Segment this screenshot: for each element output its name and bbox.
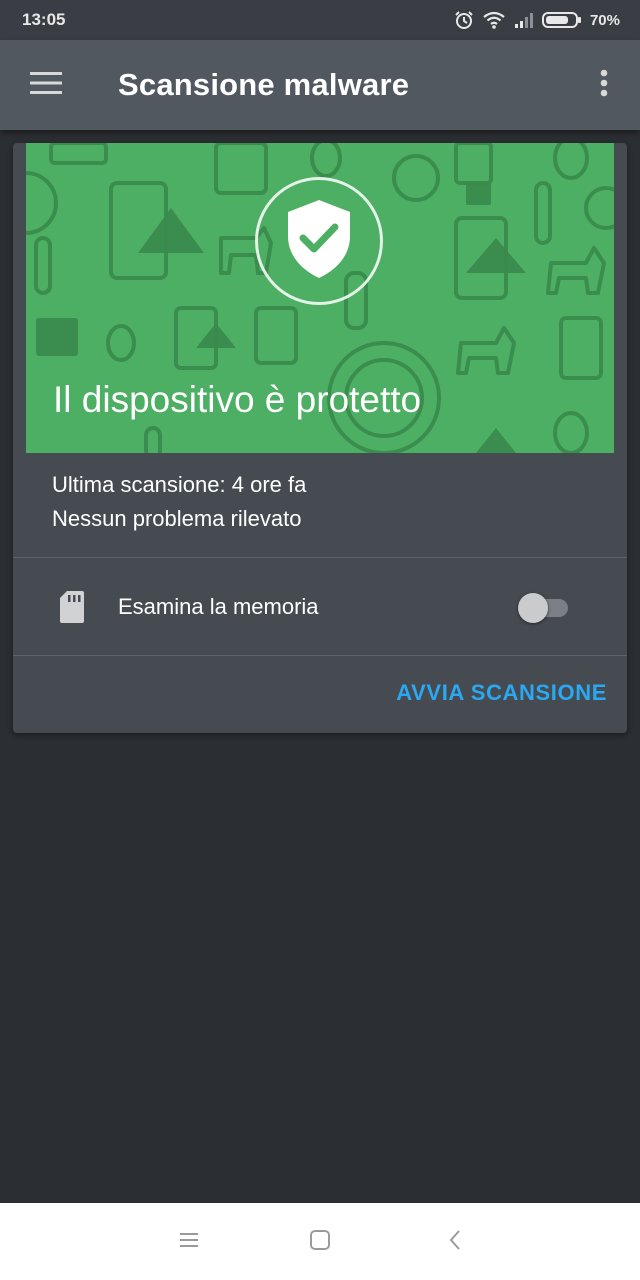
protection-status-title: Il dispositivo è protetto	[53, 379, 422, 420]
app-bar: Scansione malware	[0, 40, 640, 130]
recents-button[interactable]	[174, 1229, 204, 1255]
scan-memory-row[interactable]: Esamina la memoria	[13, 558, 627, 656]
home-button[interactable]	[305, 1229, 335, 1255]
scan-card: Il dispositivo è protetto Ultima scansio…	[13, 143, 627, 733]
back-chevron-icon	[447, 1229, 463, 1256]
shield-ring	[255, 177, 383, 305]
menu-button[interactable]	[0, 40, 92, 130]
system-nav-bar	[0, 1203, 640, 1280]
scan-memory-label: Esamina la memoria	[118, 594, 319, 619]
start-scan-button[interactable]: AVVIA SCANSIONE	[396, 680, 607, 706]
hero-banner: Il dispositivo è protetto	[26, 143, 614, 453]
battery-percent: 70%	[589, 11, 620, 29]
hamburger-menu-icon	[30, 71, 62, 99]
divider	[13, 655, 627, 656]
status-time: 13:05	[22, 10, 66, 29]
battery-icon	[541, 10, 582, 30]
wifi-icon	[482, 10, 506, 30]
problems-status-text: Nessun problema rilevato	[52, 506, 302, 531]
home-square-icon	[309, 1229, 331, 1256]
overflow-menu-button[interactable]	[568, 40, 640, 130]
scan-info: Ultima scansione: 4 ore fa Nessun proble…	[52, 468, 306, 536]
sd-card-icon	[59, 590, 85, 629]
alarm-icon	[454, 10, 474, 30]
last-scan-text: Ultima scansione: 4 ore fa	[52, 472, 307, 497]
back-button[interactable]	[440, 1229, 470, 1255]
toggle-knob	[518, 593, 548, 623]
recents-menu-icon	[178, 1231, 200, 1254]
status-bar: 13:05 70%	[0, 0, 640, 40]
status-icons: 70%	[454, 10, 620, 30]
signal-icon	[514, 11, 534, 29]
shield-check-icon	[286, 198, 352, 285]
page-title: Scansione malware	[118, 67, 410, 102]
scan-memory-toggle[interactable]	[518, 592, 570, 623]
more-vert-icon	[600, 69, 608, 102]
